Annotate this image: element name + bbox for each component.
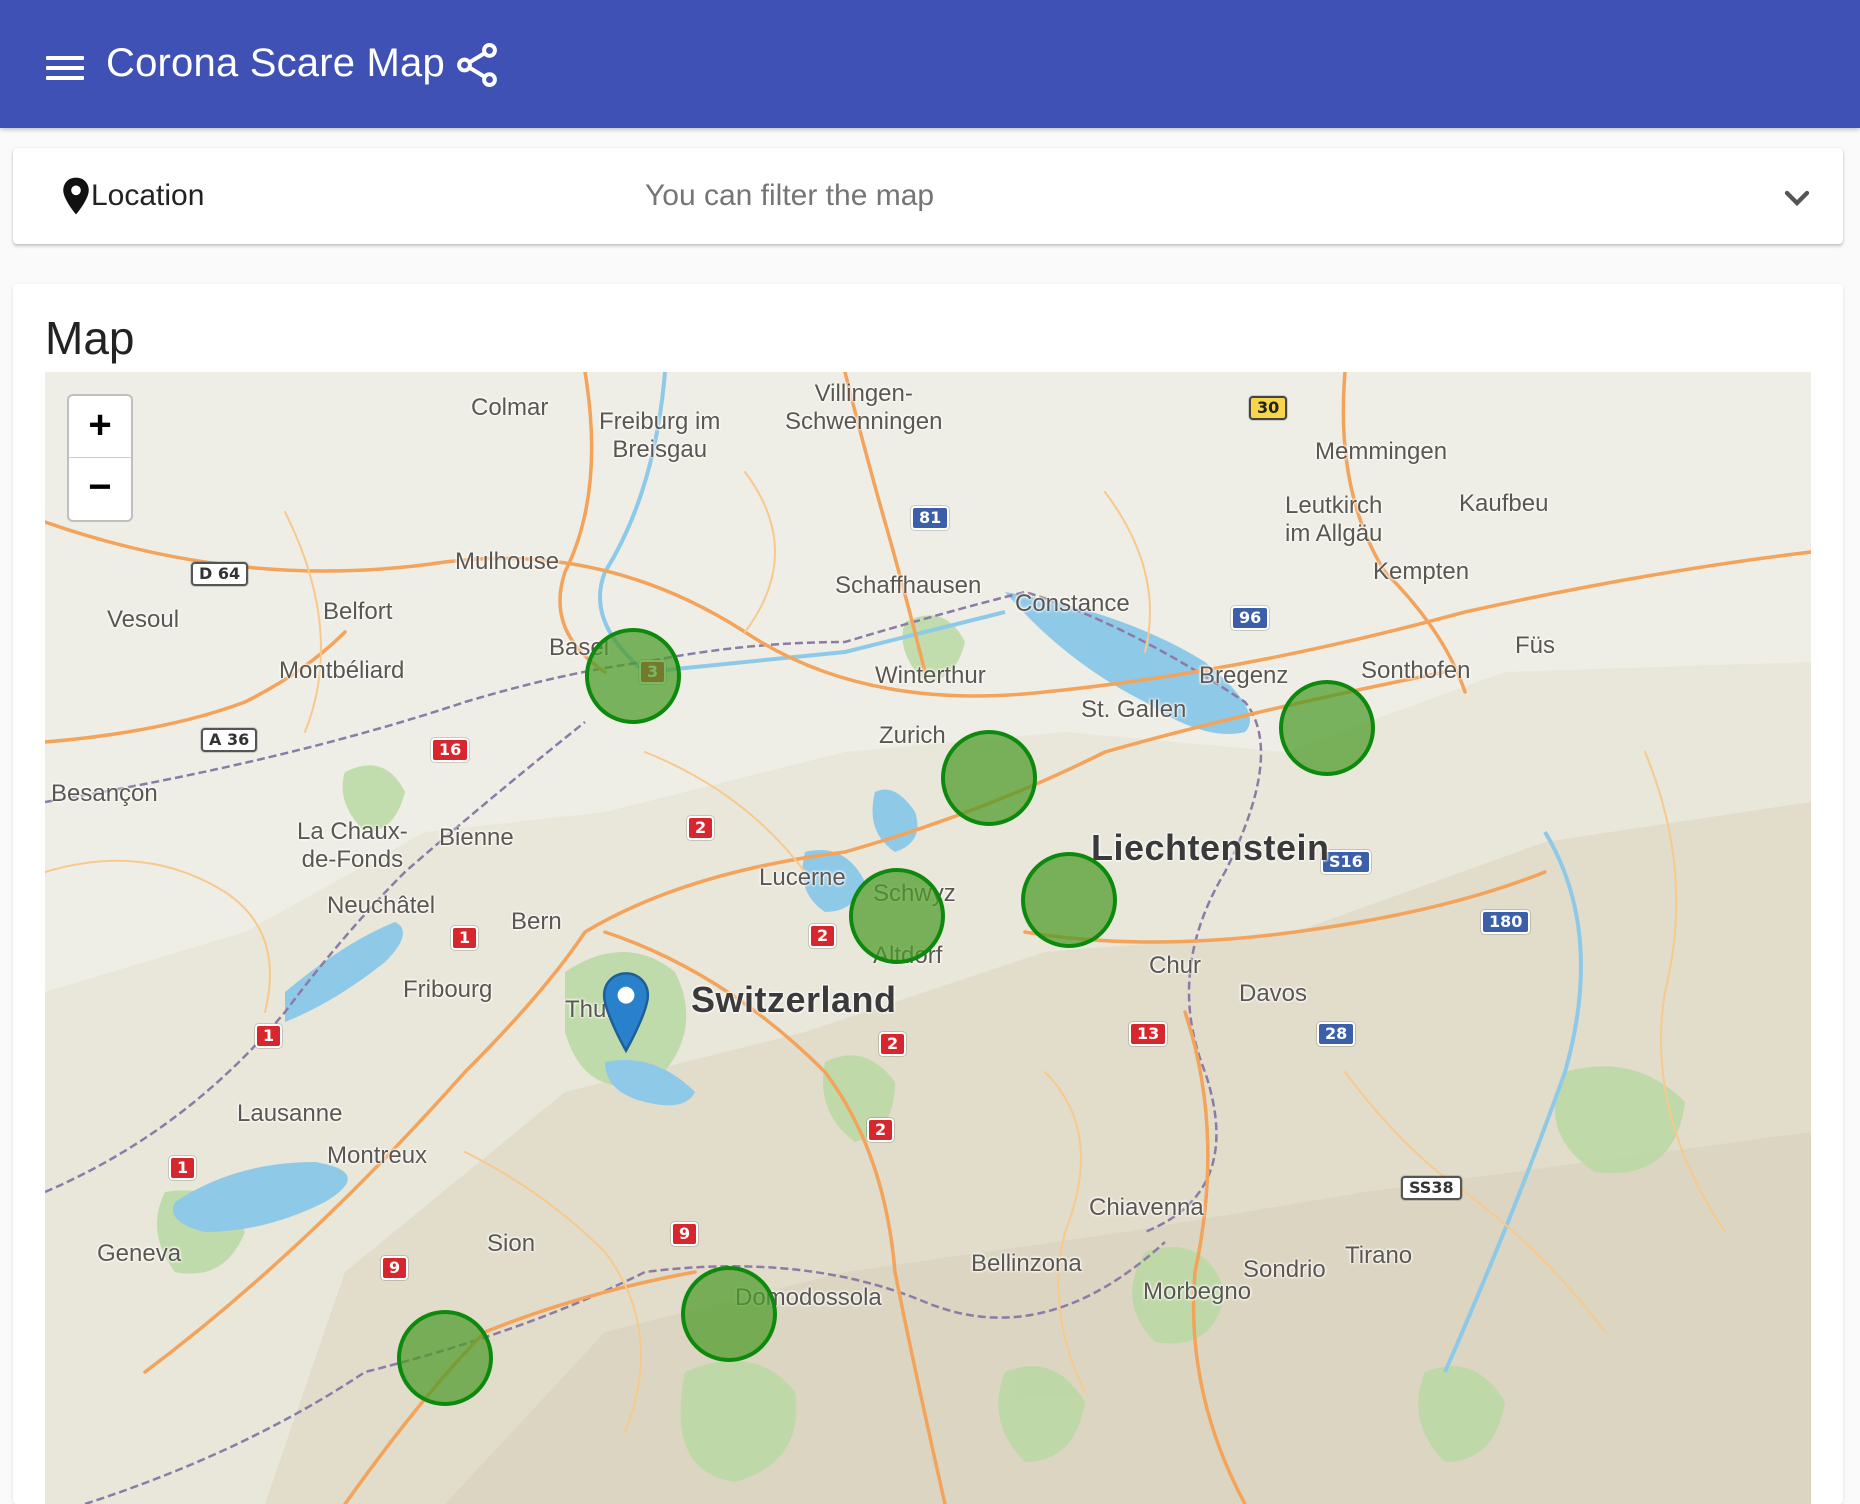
- place-label-kaufbeuren: Kaufbeu: [1459, 490, 1549, 517]
- place-label-chiavenna: Chiavenna: [1089, 1194, 1204, 1221]
- chevron-down-icon[interactable]: [1777, 178, 1817, 218]
- place-label-mulhouse: Mulhouse: [455, 548, 560, 575]
- place-label-montreux: Montreux: [327, 1142, 428, 1169]
- place-label-bern: Bern: [511, 908, 562, 935]
- hotspot-valais-west[interactable]: [397, 1310, 493, 1406]
- hotspot-st-gallen[interactable]: [1279, 680, 1375, 776]
- place-label-davos: Davos: [1239, 980, 1308, 1007]
- road-shield-r180: 180: [1481, 910, 1531, 934]
- place-label-bienne: Bienne: [439, 824, 514, 851]
- road-shield-r96: 96: [1231, 606, 1270, 630]
- map-pin-icon: [63, 177, 89, 215]
- app-bar: Corona Scare Map: [0, 0, 1860, 128]
- road-shield-r9a: 9: [671, 1222, 699, 1246]
- road-shield-r2c: 2: [879, 1032, 907, 1056]
- road-shield-r2b: 2: [809, 924, 837, 948]
- place-label-zurich: Zurich: [879, 722, 946, 749]
- place-label-winterthur: Winterthur: [875, 662, 986, 689]
- place-label-sondrio: Sondrio: [1243, 1256, 1326, 1283]
- place-label-switzerland: Switzerland: [691, 979, 897, 1020]
- place-label-chur: Chur: [1149, 952, 1202, 979]
- place-label-villingen: Villingen- Schwenningen: [785, 380, 943, 435]
- road-shield-r9b: 9: [381, 1256, 409, 1280]
- place-label-besancon: Besançon: [51, 780, 158, 807]
- place-label-tirano: Tirano: [1345, 1242, 1413, 1269]
- road-shield-r13: 13: [1129, 1022, 1168, 1046]
- road-shield-r1b: 1: [255, 1024, 283, 1048]
- place-label-sonthofen: Sonthofen: [1361, 657, 1471, 684]
- place-label-bellinzona: Bellinzona: [971, 1250, 1082, 1277]
- road-shield-r1a: 1: [451, 926, 479, 950]
- place-label-morbegno: Morbegno: [1143, 1278, 1252, 1305]
- place-label-fussen: Füs: [1515, 632, 1556, 659]
- road-shield-rss38: SS38: [1401, 1176, 1462, 1200]
- place-label-kempten: Kempten: [1373, 558, 1470, 585]
- place-label-lachaux: La Chaux- de-Fonds: [297, 818, 408, 873]
- share-icon: [457, 43, 497, 87]
- road-shield-r16: 16: [431, 738, 470, 762]
- app-title: Corona Scare Map: [106, 41, 445, 85]
- place-label-freiburg: Freiburg im Breisgau: [599, 408, 721, 463]
- location-marker-icon[interactable]: [599, 970, 653, 1054]
- filter-label: Location: [91, 179, 205, 212]
- road-shield-ra36: A 36: [201, 728, 258, 752]
- hotspot-lucerne[interactable]: [849, 868, 945, 964]
- road-shield-r81: 81: [911, 506, 950, 530]
- map-view[interactable]: 3081D 6496316A 362S161801212132821SS3899…: [45, 372, 1811, 1504]
- location-filter[interactable]: Location You can filter the map: [13, 148, 1843, 244]
- map-section-title: Map: [45, 312, 135, 364]
- zoom-in-button[interactable]: +: [69, 396, 131, 458]
- filter-placeholder: You can filter the map: [645, 179, 935, 212]
- place-label-lucerne: Lucerne: [759, 864, 846, 891]
- road-shield-rd64: D 64: [191, 562, 249, 586]
- hotspot-valais-east[interactable]: [681, 1266, 777, 1362]
- road-shield-r30: 30: [1249, 396, 1288, 420]
- place-label-fribourg: Fribourg: [403, 976, 493, 1003]
- place-label-neuchatel: Neuchâtel: [327, 892, 436, 919]
- menu-button[interactable]: [38, 42, 92, 86]
- menu-icon: [46, 56, 84, 60]
- place-label-montbeliard: Montbéliard: [279, 657, 405, 684]
- zoom-control: + −: [67, 394, 133, 522]
- place-label-schaffhausen: Schaffhausen: [835, 572, 982, 599]
- road-shield-r1c: 1: [169, 1156, 197, 1180]
- place-label-memmingen: Memmingen: [1315, 438, 1448, 465]
- place-label-bregenz: Bregenz: [1199, 662, 1289, 689]
- place-label-lausanne: Lausanne: [237, 1100, 343, 1127]
- place-label-colmar: Colmar: [471, 394, 549, 421]
- road-shield-r28: 28: [1317, 1022, 1356, 1046]
- place-label-geneva: Geneva: [97, 1240, 182, 1267]
- map-card: Map 30 81 D 64 96 16 A 36 2 S16 180 1 2 …: [13, 284, 1843, 1504]
- zoom-out-button[interactable]: −: [69, 458, 131, 519]
- road-shield-r2a: 2: [687, 816, 715, 840]
- place-label-leutkirch: Leutkirch im Allgäu: [1285, 492, 1383, 547]
- road-shield-r2d: 2: [867, 1118, 895, 1142]
- place-label-sion: Sion: [487, 1230, 536, 1257]
- place-label-belfort: Belfort: [323, 598, 393, 625]
- place-label-constance: Constance: [1015, 590, 1130, 617]
- place-label-liechtenstein: Liechtenstein: [1091, 827, 1330, 868]
- place-label-stgallen: St. Gallen: [1081, 696, 1187, 723]
- hotspot-zurich[interactable]: [941, 730, 1037, 826]
- share-button[interactable]: [452, 40, 502, 90]
- hotspot-zug[interactable]: [1021, 852, 1117, 948]
- place-label-vesoul: Vesoul: [107, 606, 180, 633]
- hotspot-basel[interactable]: [585, 628, 681, 724]
